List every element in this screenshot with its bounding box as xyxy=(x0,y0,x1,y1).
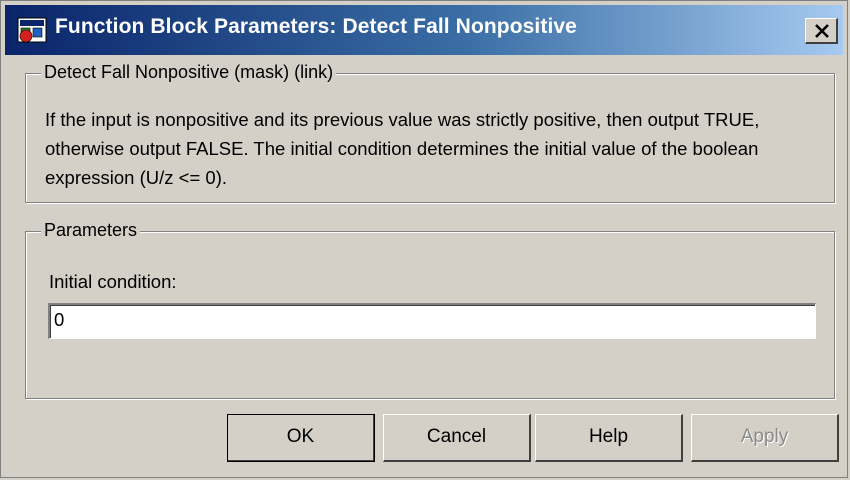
title-bar[interactable]: Function Block Parameters: Detect Fall N… xyxy=(5,5,843,55)
dialog-window: Function Block Parameters: Detect Fall N… xyxy=(0,0,848,478)
close-button[interactable] xyxy=(805,18,838,44)
description-legend: Detect Fall Nonpositive (mask) (link) xyxy=(41,62,337,83)
apply-button[interactable]: Apply xyxy=(691,414,839,462)
cancel-button[interactable]: Cancel xyxy=(383,414,531,462)
parameters-legend: Parameters xyxy=(41,220,141,241)
help-button[interactable]: Help xyxy=(535,414,683,462)
block-description: If the input is nonpositive and its prev… xyxy=(45,109,760,188)
ok-button[interactable]: OK xyxy=(227,414,375,462)
window-title: Function Block Parameters: Detect Fall N… xyxy=(55,15,577,38)
initial-condition-input[interactable]: 0 xyxy=(48,303,816,339)
initial-condition-label: Initial condition: xyxy=(49,271,177,292)
close-icon xyxy=(815,24,829,38)
simulink-block-icon xyxy=(17,17,47,43)
